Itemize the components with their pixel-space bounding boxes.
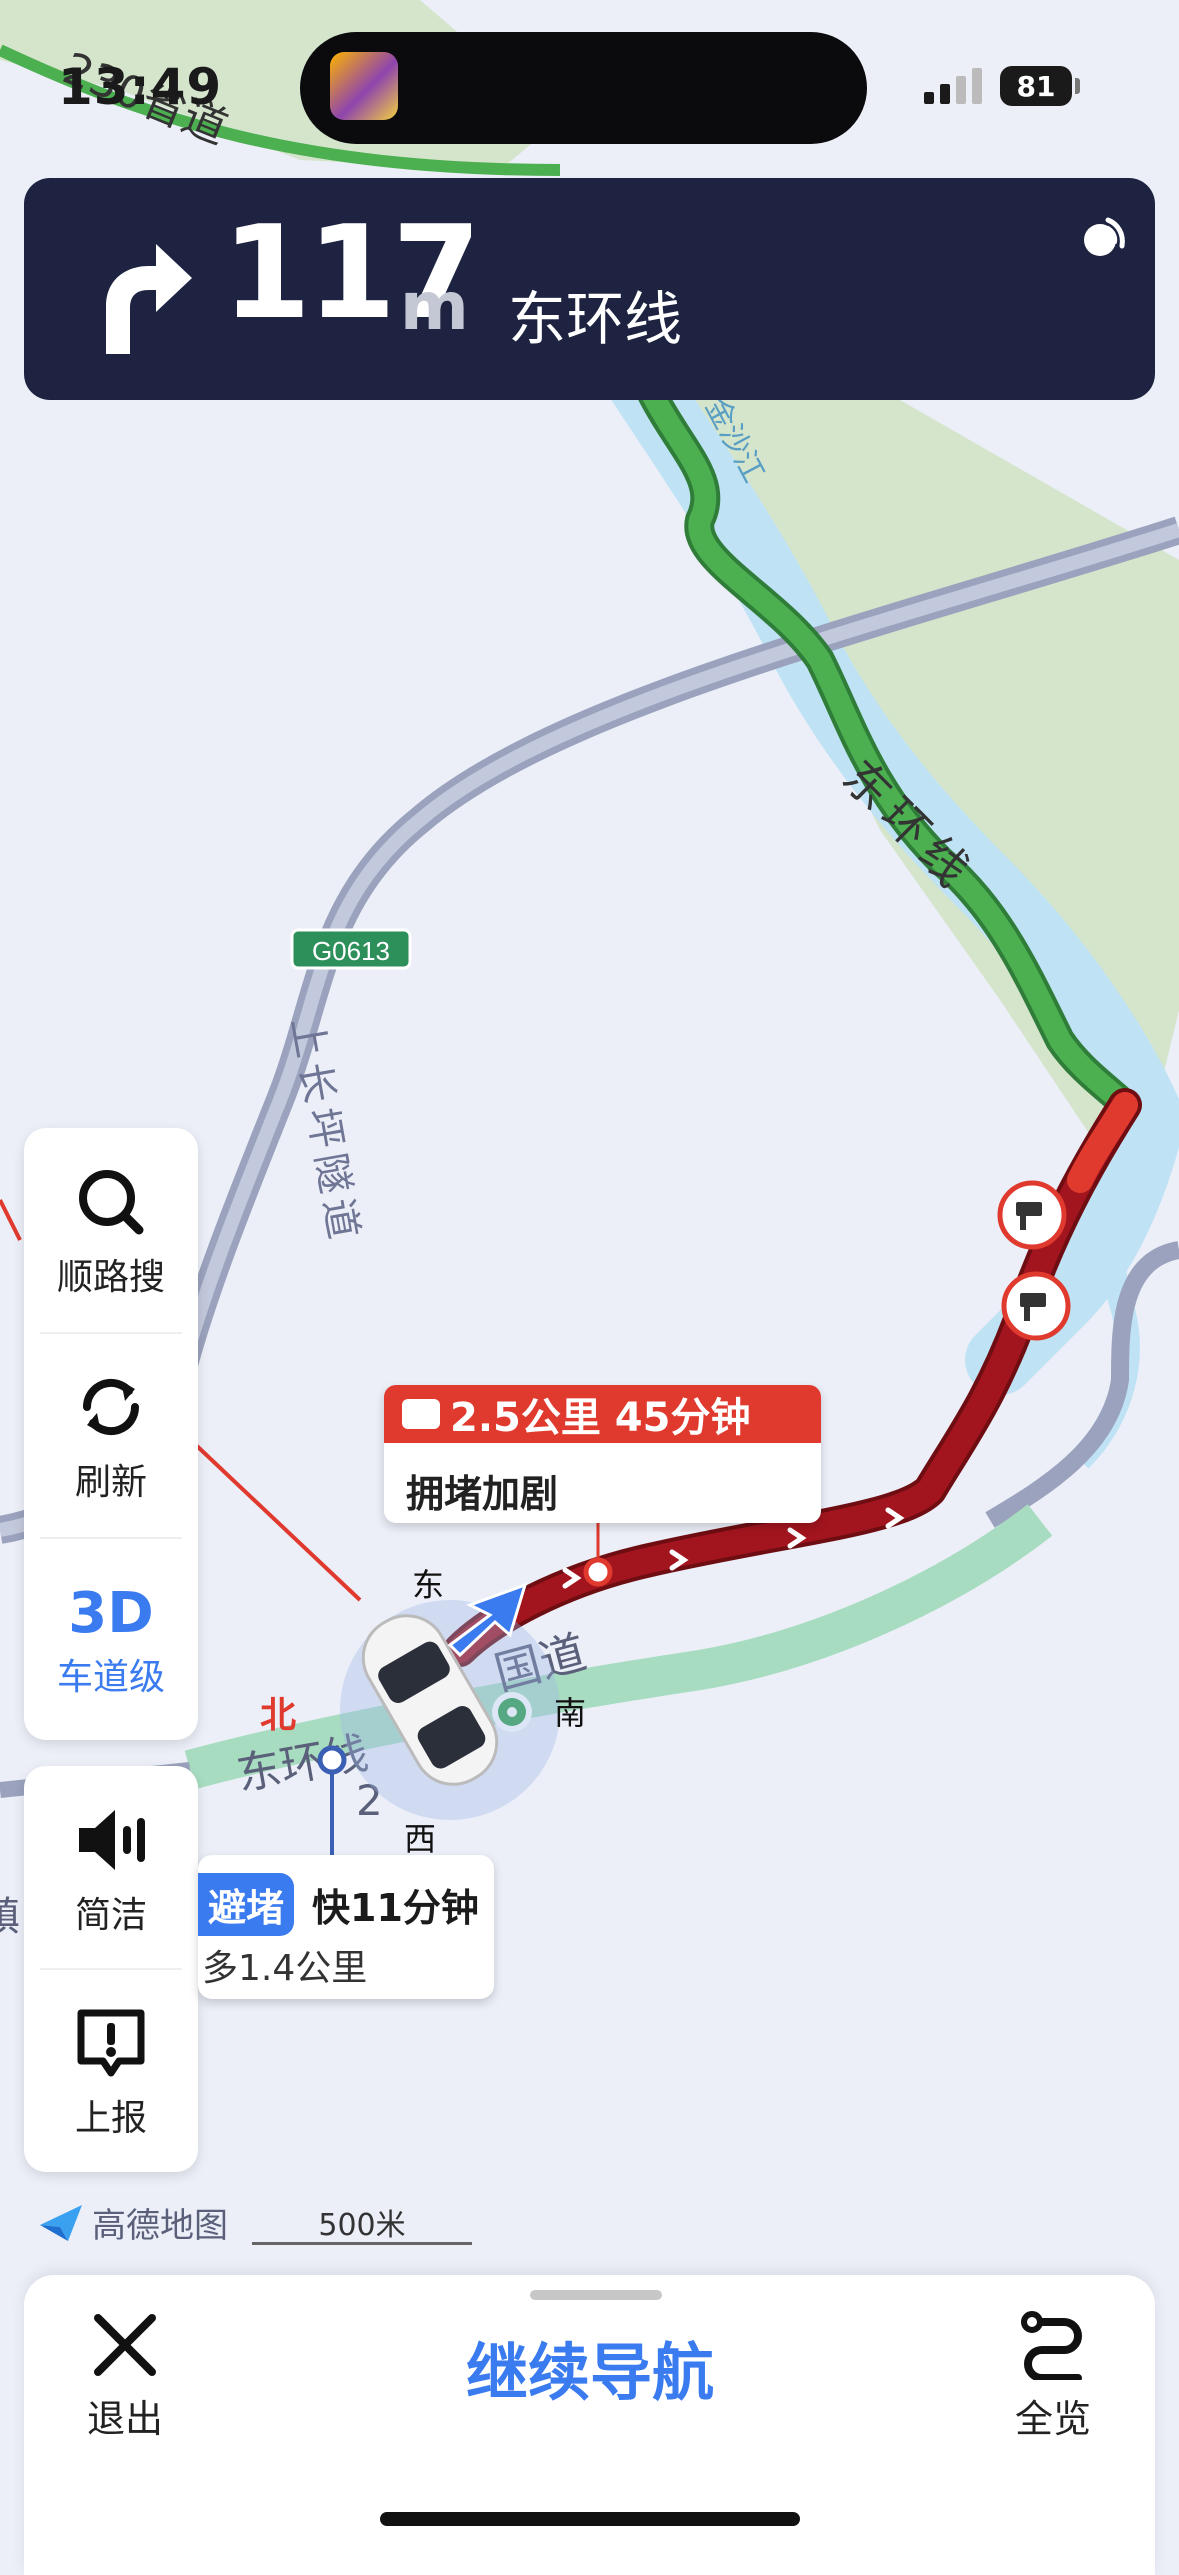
battery-indicator: 81: [1000, 66, 1080, 106]
next-road-name: 东环线: [508, 285, 683, 353]
status-time: 13:49: [58, 58, 223, 116]
exit-button[interactable]: 退出: [70, 2310, 180, 2460]
close-icon: [94, 2314, 156, 2376]
compass-west: 西: [404, 1820, 437, 1858]
report-icon: [77, 2009, 145, 2076]
report-label: 上报: [74, 2097, 147, 2139]
logo-text: 高德地图: [92, 2206, 228, 2246]
signal-icon: [924, 68, 982, 104]
avoid-tag: 避堵: [198, 1873, 295, 1936]
along-route-search-button[interactable]: 顺路搜: [24, 1128, 198, 1333]
continue-navigation-button[interactable]: 继续导航: [400, 2322, 780, 2412]
avoid-congestion-callout[interactable]: 避堵 快11分钟 多1.4公里: [198, 1855, 494, 1999]
concise-mode-button[interactable]: 简洁: [24, 1766, 198, 1971]
avoid-extra-distance: 多1.4公里: [202, 1948, 368, 1989]
search-icon: [79, 1169, 144, 1234]
highway-badge-text: G0613: [312, 936, 390, 966]
compass-north: 北: [260, 1695, 297, 1736]
overview-button[interactable]: 全览: [998, 2310, 1108, 2460]
compass-south: 南: [554, 1694, 587, 1732]
map-tools-panel-lower: 简洁 上报: [24, 1766, 198, 2172]
turn-distance-unit: m: [400, 268, 469, 345]
avoid-time-saved: 快11分钟: [312, 1886, 479, 1930]
exit-label: 退出: [86, 2397, 163, 2441]
refresh-icon: [82, 1378, 140, 1435]
speaker-icon: [79, 1809, 145, 1870]
route-overview-icon: [1021, 2311, 1082, 2380]
jam-summary: 2.5公里 45分钟: [450, 1395, 751, 1441]
along-route-search-label: 顺路搜: [56, 1256, 165, 1298]
map-scale: 500米: [252, 2200, 472, 2245]
sheet-handle[interactable]: [530, 2290, 662, 2300]
bottom-sheet: [24, 2275, 1155, 2575]
message-icon: [402, 1399, 440, 1429]
lane-level-3d-button[interactable]: 3D 车道级: [24, 1538, 198, 1743]
jam-status: 拥堵加剧: [406, 1472, 559, 1516]
avoid-pin: [317, 1745, 347, 1775]
amap-logo-icon: [40, 2204, 82, 2241]
turn-right-icon: [106, 244, 192, 354]
compass-east: 东: [412, 1566, 445, 1604]
jam-pin: [583, 1557, 613, 1587]
overview-label: 全览: [1014, 2397, 1091, 2441]
three-d-label: 3D: [68, 1581, 154, 1646]
lane-level-label: 车道级: [56, 1657, 165, 1698]
report-button[interactable]: 上报: [24, 1969, 198, 2174]
refresh-label: 刷新: [74, 1461, 147, 1503]
town-label: 镇: [0, 1894, 20, 1940]
sound-icon[interactable]: [1078, 212, 1128, 262]
amap-logo: 高德地图: [38, 2198, 228, 2247]
refresh-button[interactable]: 刷新: [24, 1333, 198, 1538]
camera-icon: [1001, 1271, 1071, 1341]
map-tools-panel: 顺路搜 刷新 3D 车道级: [24, 1128, 198, 1740]
camera-icon: [997, 1180, 1067, 1250]
concise-mode-label: 简洁: [74, 1894, 147, 1936]
avatar: [330, 52, 398, 120]
home-indicator[interactable]: [380, 2512, 800, 2526]
traffic-jam-callout[interactable]: 2.5公里 45分钟 拥堵加剧: [384, 1385, 821, 1523]
